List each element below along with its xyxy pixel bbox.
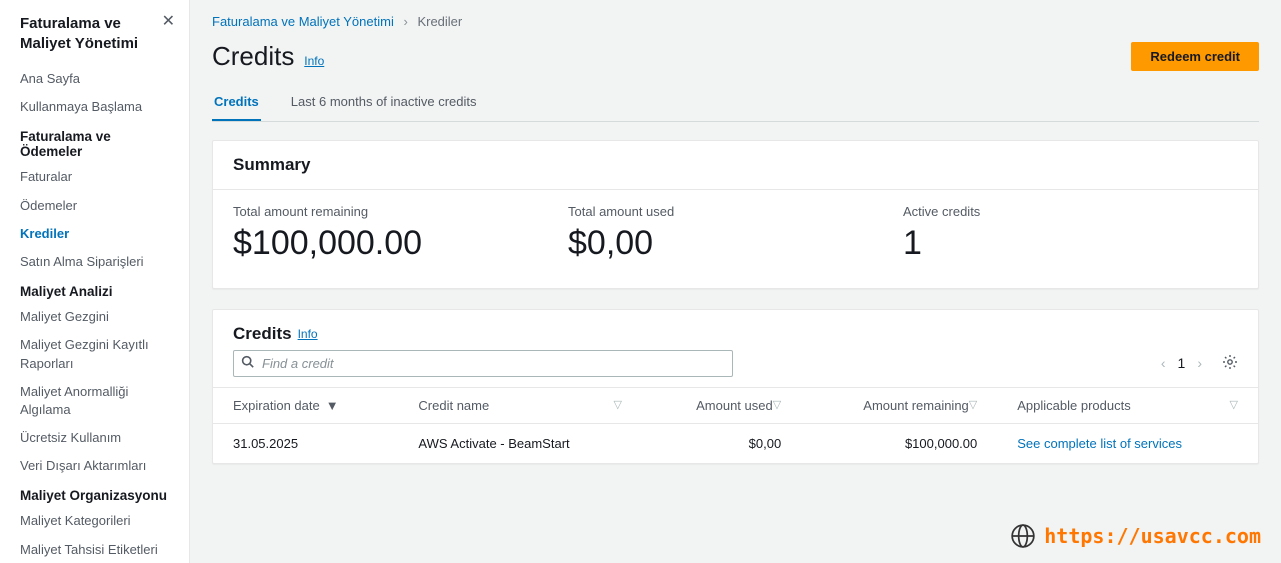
cell-credit-name: AWS Activate - BeamStart — [398, 423, 642, 463]
prev-page-icon[interactable]: ‹ — [1161, 355, 1166, 371]
watermark: https://usavcc.com — [1010, 523, 1261, 549]
applicable-link[interactable]: See complete list of services — [1017, 436, 1182, 451]
filter-icon: ▽ — [1230, 398, 1238, 411]
sidebar-item[interactable]: Kullanmaya Başlama — [0, 93, 189, 121]
globe-icon — [1010, 523, 1036, 549]
sidebar-item[interactable]: Krediler — [0, 220, 189, 248]
chevron-right-icon: › — [403, 14, 407, 29]
tabs: Credits Last 6 months of inactive credit… — [212, 84, 1259, 122]
redeem-credit-button[interactable]: Redeem credit — [1131, 42, 1259, 71]
sidebar: Faturalama ve Maliyet Yönetimi ✕ Ana Say… — [0, 0, 190, 563]
credits-table: Expiration date▼ Credit name▽ Amount use… — [213, 387, 1258, 463]
breadcrumb-current: Krediler — [417, 14, 462, 29]
settings-icon[interactable] — [1222, 354, 1238, 373]
sidebar-item[interactable]: Faturalar — [0, 163, 189, 191]
page-number: 1 — [1178, 355, 1186, 371]
summary-active-label: Active credits — [903, 204, 1238, 219]
next-page-icon[interactable]: › — [1197, 355, 1202, 371]
summary-used-label: Total amount used — [568, 204, 903, 219]
col-amount-used[interactable]: Amount used▽ — [642, 387, 801, 423]
credits-info-link[interactable]: Info — [298, 327, 318, 341]
sidebar-item[interactable]: Maliyet Kategorileri — [0, 507, 189, 535]
filter-icon: ▽ — [613, 398, 621, 411]
filter-icon: ▽ — [773, 398, 781, 411]
col-applicable[interactable]: Applicable products▽ — [997, 387, 1258, 423]
sidebar-item[interactable]: Veri Dışarı Aktarımları — [0, 452, 189, 480]
search-input[interactable] — [233, 350, 733, 377]
search-icon — [241, 355, 254, 371]
filter-icon: ▽ — [969, 398, 977, 411]
page-title: Credits — [212, 41, 294, 71]
sidebar-item[interactable]: Ücretsiz Kullanım — [0, 424, 189, 452]
sidebar-item[interactable]: Maliyet Gezgini — [0, 303, 189, 331]
summary-panel: Summary Total amount remaining $100,000.… — [212, 140, 1259, 289]
credits-panel: Credits Info ‹ 1 › — [212, 309, 1259, 464]
sidebar-section-heading: Maliyet Organizasyonu — [0, 480, 189, 507]
summary-remaining-value: $100,000.00 — [233, 223, 568, 264]
breadcrumb: Faturalama ve Maliyet Yönetimi › Kredile… — [212, 14, 1259, 29]
tab-credits[interactable]: Credits — [212, 84, 261, 121]
summary-heading: Summary — [213, 141, 1258, 190]
cell-expiration: 31.05.2025 — [213, 423, 398, 463]
pagination: ‹ 1 › — [1161, 354, 1238, 373]
sidebar-item[interactable]: Maliyet Anormalliği Algılama — [0, 378, 189, 424]
col-credit-name[interactable]: Credit name▽ — [398, 387, 642, 423]
breadcrumb-root[interactable]: Faturalama ve Maliyet Yönetimi — [212, 14, 394, 29]
sidebar-item[interactable]: Ana Sayfa — [0, 65, 189, 93]
tab-inactive-credits[interactable]: Last 6 months of inactive credits — [289, 84, 479, 121]
cell-amount-used: $0,00 — [642, 423, 801, 463]
credits-heading: Credits — [233, 324, 292, 344]
sort-desc-icon: ▼ — [326, 398, 339, 413]
summary-active-value: 1 — [903, 223, 1238, 264]
sidebar-section-heading: Maliyet Analizi — [0, 276, 189, 303]
sidebar-item[interactable]: Maliyet Tahsisi Etiketleri — [0, 536, 189, 563]
sidebar-item[interactable]: Maliyet Gezgini Kayıtlı Raporları — [0, 331, 189, 377]
summary-remaining-label: Total amount remaining — [233, 204, 568, 219]
table-row: 31.05.2025AWS Activate - BeamStart$0,00$… — [213, 423, 1258, 463]
sidebar-title: Faturalama ve Maliyet Yönetimi — [20, 14, 162, 53]
col-expiration[interactable]: Expiration date▼ — [213, 387, 398, 423]
sidebar-item[interactable]: Satın Alma Siparişleri — [0, 248, 189, 276]
summary-used-value: $0,00 — [568, 223, 903, 264]
sidebar-item[interactable]: Ödemeler — [0, 192, 189, 220]
info-link[interactable]: Info — [304, 54, 324, 68]
cell-applicable: See complete list of services — [997, 423, 1258, 463]
col-amount-remaining[interactable]: Amount remaining▽ — [801, 387, 997, 423]
close-icon[interactable]: ✕ — [162, 14, 175, 30]
cell-amount-remaining: $100,000.00 — [801, 423, 997, 463]
main-content: Faturalama ve Maliyet Yönetimi › Kredile… — [190, 0, 1281, 563]
search-box — [233, 350, 733, 377]
sidebar-section-heading: Faturalama ve Ödemeler — [0, 121, 189, 163]
